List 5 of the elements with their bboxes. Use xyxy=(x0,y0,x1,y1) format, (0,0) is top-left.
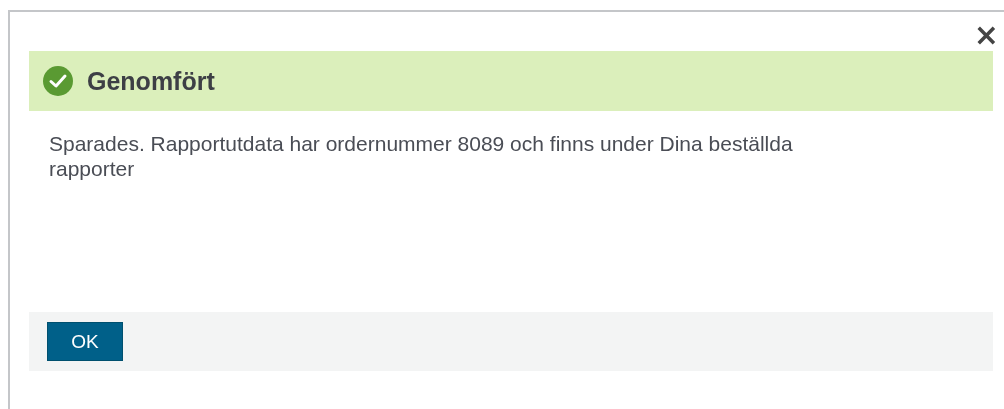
banner-title: Genomfört xyxy=(87,66,215,96)
close-button[interactable]: × xyxy=(973,21,999,48)
ok-button[interactable]: OK xyxy=(47,322,123,361)
check-icon xyxy=(43,66,73,96)
message-text: Sparades. Rapportutdata har ordernummer 8089 och finns under Dina beställda rapporter xyxy=(48,131,794,182)
